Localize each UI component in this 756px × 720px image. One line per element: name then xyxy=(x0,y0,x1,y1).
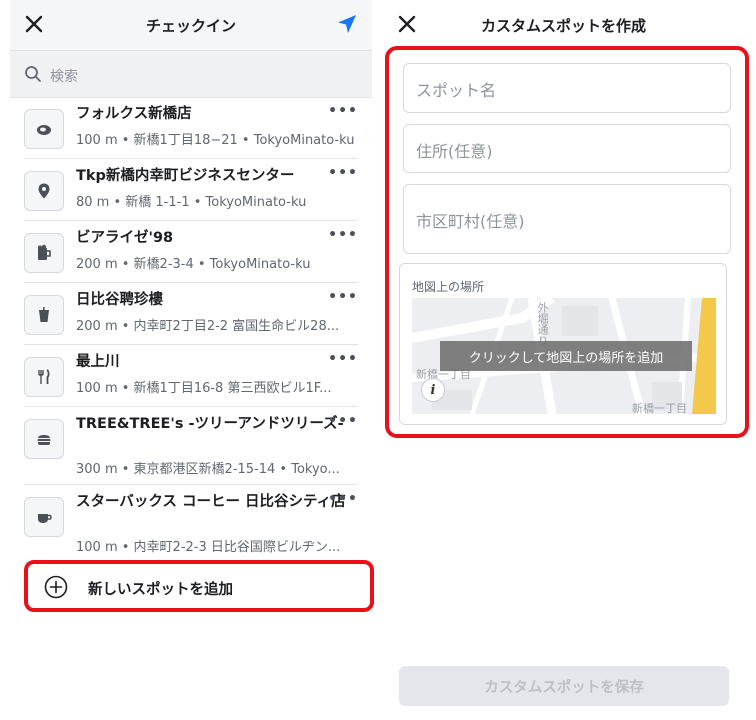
address-field[interactable]: 住所(任意) xyxy=(403,124,731,173)
spot-name-placeholder: スポット名 xyxy=(416,81,497,100)
search-input[interactable]: 検索 xyxy=(50,66,78,86)
more-options-icon[interactable]: ••• xyxy=(328,165,358,181)
location-arrow-icon[interactable] xyxy=(336,13,358,35)
map-location-card: 地図上の場所 新橋一丁目 新橋一丁目 外堀通り クリックして地図上の場所を追加 … xyxy=(399,263,727,425)
checkin-header: チェックイン xyxy=(10,0,372,50)
location-pin-icon xyxy=(24,171,64,211)
save-custom-spot-button[interactable]: カスタムスポットを保存 xyxy=(399,666,729,706)
place-details: 200 m • 内幸町2丁目2-2 富国生命ビル28... xyxy=(76,319,340,334)
place-name: 最上川 xyxy=(76,354,120,370)
add-new-spot-button[interactable]: 新しいスポットを追加 xyxy=(24,560,374,612)
place-name: ビアライゼ'98 xyxy=(76,230,174,246)
plus-circle-icon xyxy=(44,575,68,599)
list-item[interactable]: スターバックス コーヒー 日比谷シティ店 100 m • 内幸町2-2-3 日比… xyxy=(24,485,358,563)
more-options-icon[interactable]: ••• xyxy=(328,491,358,507)
list-item[interactable]: Tkp新橋内幸町ビジネスセンター 80 m • 新橋 1-1-1 • Tokyo… xyxy=(24,159,358,221)
beer-mug-icon xyxy=(24,233,64,273)
add-map-location-button[interactable]: クリックして地図上の場所を追加 xyxy=(440,341,692,371)
map-view[interactable]: 新橋一丁目 新橋一丁目 外堀通り クリックして地図上の場所を追加 i xyxy=(412,298,716,414)
list-item[interactable]: TREE&TREE's -ツリーアンドツリーズ- 300 m • 東京都港区新橋… xyxy=(24,407,358,485)
cup-icon xyxy=(24,295,64,335)
custom-spot-header: カスタムスポットを作成 xyxy=(385,0,756,50)
page-title: カスタムスポットを作成 xyxy=(480,17,646,35)
place-name: Tkp新橋内幸町ビジネスセンター xyxy=(76,168,295,184)
map-corner-label: 新橋一丁目 xyxy=(632,402,687,414)
page-title: チェックイン xyxy=(145,17,236,35)
map-location-label: 地図上の場所 xyxy=(412,280,485,294)
place-name: 日比谷聘珍樓 xyxy=(76,292,163,308)
list-item[interactable]: フォルクス新橋店 100 m • 新橋1丁目18−21 • TokyoMinat… xyxy=(24,97,358,159)
place-details: 100 m • 新橋1丁目16-8 第三西欧ビル1F... xyxy=(76,381,332,396)
add-new-spot-label: 新しいスポットを追加 xyxy=(88,582,233,598)
place-name: フォルクス新橋店 xyxy=(76,106,192,122)
more-options-icon[interactable]: ••• xyxy=(328,227,358,243)
place-list: フォルクス新橋店 100 m • 新橋1丁目18−21 • TokyoMinat… xyxy=(10,97,372,563)
fork-knife-icon xyxy=(24,357,64,397)
more-options-icon[interactable]: ••• xyxy=(328,103,358,119)
list-item[interactable]: 最上川 100 m • 新橋1丁目16-8 第三西欧ビル1F... ••• xyxy=(24,345,358,407)
search-icon xyxy=(25,66,41,82)
place-name: TREE&TREE's -ツリーアンドツリーズ- xyxy=(76,416,344,432)
search-bar[interactable]: 検索 xyxy=(10,50,372,98)
checkin-panel: チェックイン 検索 フォルクス新橋店 100 m • 新橋1丁目18−21 • … xyxy=(10,0,374,720)
more-options-icon[interactable]: ••• xyxy=(328,351,358,367)
place-details: 300 m • 東京都港区新橋2-15-14 • Tokyo... xyxy=(76,462,340,477)
coffee-cup-icon xyxy=(24,497,64,537)
steak-icon xyxy=(24,109,64,149)
info-icon[interactable]: i xyxy=(421,378,445,402)
address-placeholder: 住所(任意) xyxy=(416,142,493,161)
place-details: 100 m • 内幸町2-2-3 日比谷国際ビルヂン... xyxy=(76,540,341,555)
city-field[interactable]: 市区町村(任意) xyxy=(403,184,731,254)
list-item[interactable]: 日比谷聘珍樓 200 m • 内幸町2丁目2-2 富国生命ビル28... ••• xyxy=(24,283,358,345)
place-details: 100 m • 新橋1丁目18−21 • TokyoMinato-ku xyxy=(76,133,355,148)
more-options-icon[interactable]: ••• xyxy=(328,289,358,305)
more-options-icon[interactable]: ••• xyxy=(328,413,358,429)
place-name: スターバックス コーヒー 日比谷シティ店 xyxy=(76,494,346,510)
place-details: 200 m • 新橋2-3-4 • TokyoMinato-ku xyxy=(76,257,311,272)
burger-icon xyxy=(24,419,64,459)
custom-spot-panel: カスタムスポットを作成 スポット名 住所(任意) 市区町村(任意) 地図上の場所 xyxy=(385,0,756,720)
map-vertical-label: 外堀通り xyxy=(536,302,549,346)
city-placeholder: 市区町村(任意) xyxy=(416,212,525,231)
list-item[interactable]: ビアライゼ'98 200 m • 新橋2-3-4 • TokyoMinato-k… xyxy=(24,221,358,283)
spot-name-field[interactable]: スポット名 xyxy=(403,63,731,113)
place-details: 80 m • 新橋 1-1-1 • TokyoMinato-ku xyxy=(76,195,307,210)
